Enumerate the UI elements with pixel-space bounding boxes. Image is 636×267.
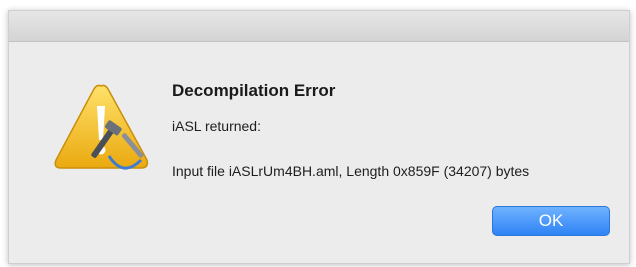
dialog-title: Decompilation Error [172,81,336,100]
title-bar[interactable] [9,11,629,42]
ok-button[interactable]: OK [492,206,610,236]
warning-triangle-with-tools-icon [54,84,149,170]
alert-dialog: Decompilation Error iASL returned: Input… [8,10,630,264]
message-line-1: iASL returned: [172,118,261,134]
message-line-2: Input file iASLrUm4BH.aml, Length 0x859F… [172,163,530,179]
